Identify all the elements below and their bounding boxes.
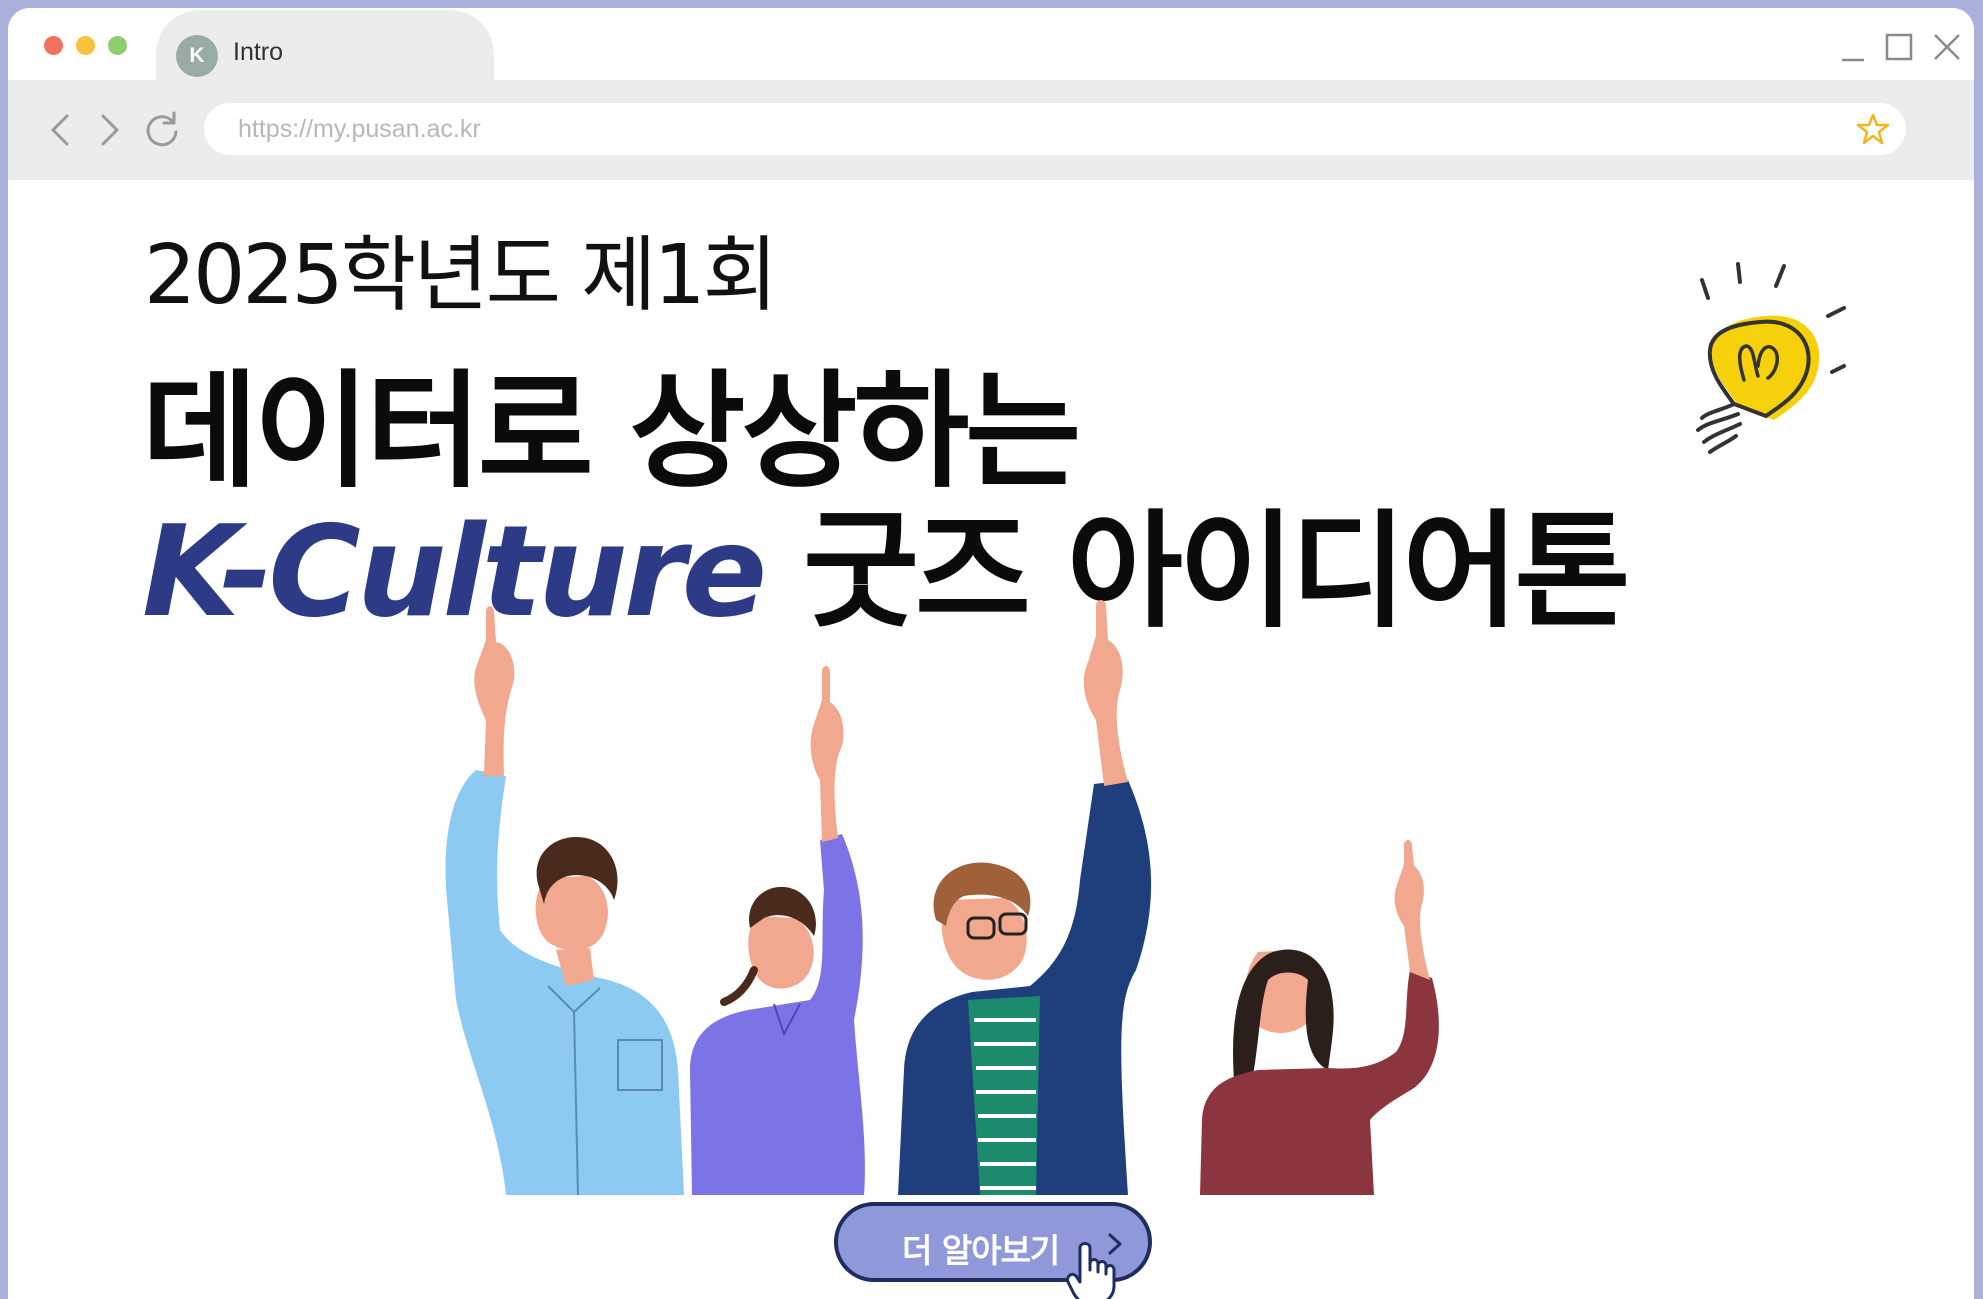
person-light-blue-shirt [445,606,684,1195]
traffic-lights [44,36,127,55]
lightbulb-icon [1696,262,1846,454]
close-icon[interactable] [1928,30,1964,66]
minimize-dot[interactable] [76,36,95,55]
minimize-icon[interactable] [1834,30,1870,66]
person-navy-jacket [898,600,1152,1195]
close-dot[interactable] [44,36,63,55]
browser-toolbar: https://my.pusan.ac.kr [8,80,1974,180]
hand-cursor-icon [1066,1242,1116,1299]
back-arrow-icon[interactable] [40,108,84,152]
browser-window: K Intro https://my.pusan.ac.kr 2025학년도 제… [8,8,1974,1299]
maximize-icon[interactable] [1880,30,1916,66]
learn-more-label: 더 알아보기 [902,1231,1060,1270]
address-bar[interactable]: https://my.pusan.ac.kr [204,103,1906,155]
maximize-dot[interactable] [108,36,127,55]
page-content: 2025학년도 제1회 데이터로 상상하는 K-Culture 굿즈 아이디어톤 [8,180,1974,1299]
event-edition-subtitle: 2025학년도 제1회 [144,228,778,323]
person-maroon-top [1200,840,1439,1195]
url-text: https://my.pusan.ac.kr [238,115,481,143]
tab-intro[interactable]: K Intro [156,10,494,90]
reload-icon[interactable] [140,108,184,152]
person-purple-shirt [690,666,865,1195]
star-icon[interactable] [1856,112,1890,146]
tab-title: Intro [233,38,284,66]
people-pointing-illustration [445,600,1439,1195]
tab-favicon: K [176,35,218,77]
forward-arrow-icon[interactable] [86,108,130,152]
